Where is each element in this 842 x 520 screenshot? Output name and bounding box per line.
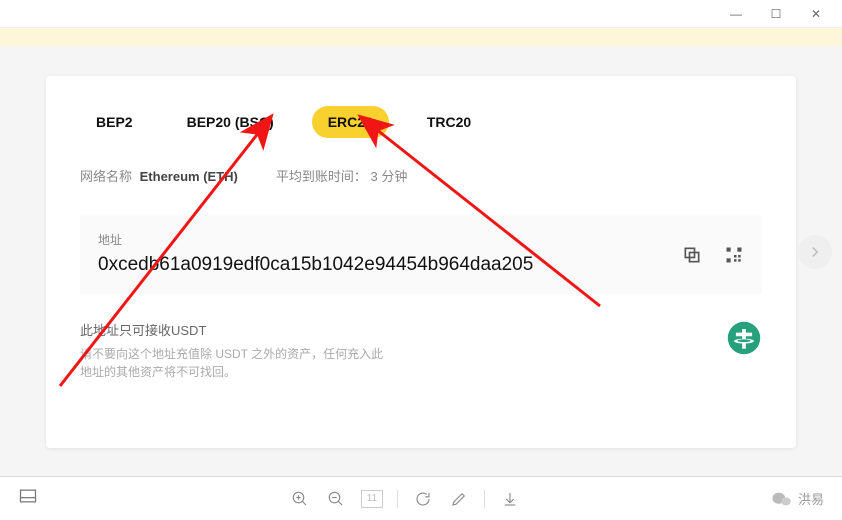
network-name-label: 网络名称 [80,169,132,184]
warning-title: 此地址只可接收USDT [80,320,390,339]
close-button[interactable]: ✕ [796,2,836,26]
download-icon[interactable] [499,488,521,510]
network-tabs: BEP2 BEP20 (BSC) ERC20 TRC20 [80,106,762,138]
panel-toggle-icon[interactable] [18,486,38,511]
address-block: 地址 0xcedb61a0919edf0ca15b1042e94454b964d… [80,215,762,294]
page-indicator[interactable]: 11 [361,490,383,508]
bottom-toolbar: 11 洪易 [0,476,842,520]
network-time-value: 3 分钟 [371,169,408,184]
wechat-icon [772,491,792,507]
brand-watermark: 洪易 [772,489,824,508]
toolbar-divider [484,490,485,508]
next-arrow-button[interactable] [798,235,832,269]
tab-bep2[interactable]: BEP2 [80,106,149,138]
tether-icon [726,320,762,356]
maximize-button[interactable]: ☐ [756,2,796,26]
minimize-button[interactable]: — [716,2,756,26]
network-name-value: Ethereum (ETH) [140,169,238,184]
address-value: 0xcedb61a0919edf0ca15b1042e94454b964daa2… [98,254,744,276]
toolbar-divider [397,490,398,508]
rotate-icon[interactable] [412,488,434,510]
tab-erc20[interactable]: ERC20 [312,106,389,138]
window-titlebar: — ☐ ✕ [0,0,842,28]
warning-text: 此地址只可接收USDT 请不要向这个地址充值除 USDT 之外的资产，任何充入此… [80,320,390,381]
deposit-card: BEP2 BEP20 (BSC) ERC20 TRC20 网络名称 Ethere… [46,76,796,448]
zoom-out-icon[interactable] [325,488,347,510]
content-area: BEP2 BEP20 (BSC) ERC20 TRC20 网络名称 Ethere… [0,46,842,458]
network-name: 网络名称 Ethereum (ETH) [80,166,238,185]
network-info: 网络名称 Ethereum (ETH) 平均到账时间： 3 分钟 [80,166,762,185]
tab-trc20[interactable]: TRC20 [411,106,487,138]
address-actions [682,245,744,265]
address-label: 地址 [98,231,744,248]
copy-icon[interactable] [682,245,702,265]
zoom-in-icon[interactable] [289,488,311,510]
notice-banner [0,28,842,46]
brand-text: 洪易 [798,489,824,508]
network-time-label: 平均到账时间： [276,169,367,184]
tab-bep20[interactable]: BEP20 (BSC) [171,106,290,138]
edit-icon[interactable] [448,488,470,510]
warning-body: 请不要向这个地址充值除 USDT 之外的资产，任何充入此地址的其他资产将不可找回… [80,345,390,381]
network-time: 平均到账时间： 3 分钟 [276,166,407,185]
warning-row: 此地址只可接收USDT 请不要向这个地址充值除 USDT 之外的资产，任何充入此… [80,320,762,381]
qrcode-icon[interactable] [724,245,744,265]
